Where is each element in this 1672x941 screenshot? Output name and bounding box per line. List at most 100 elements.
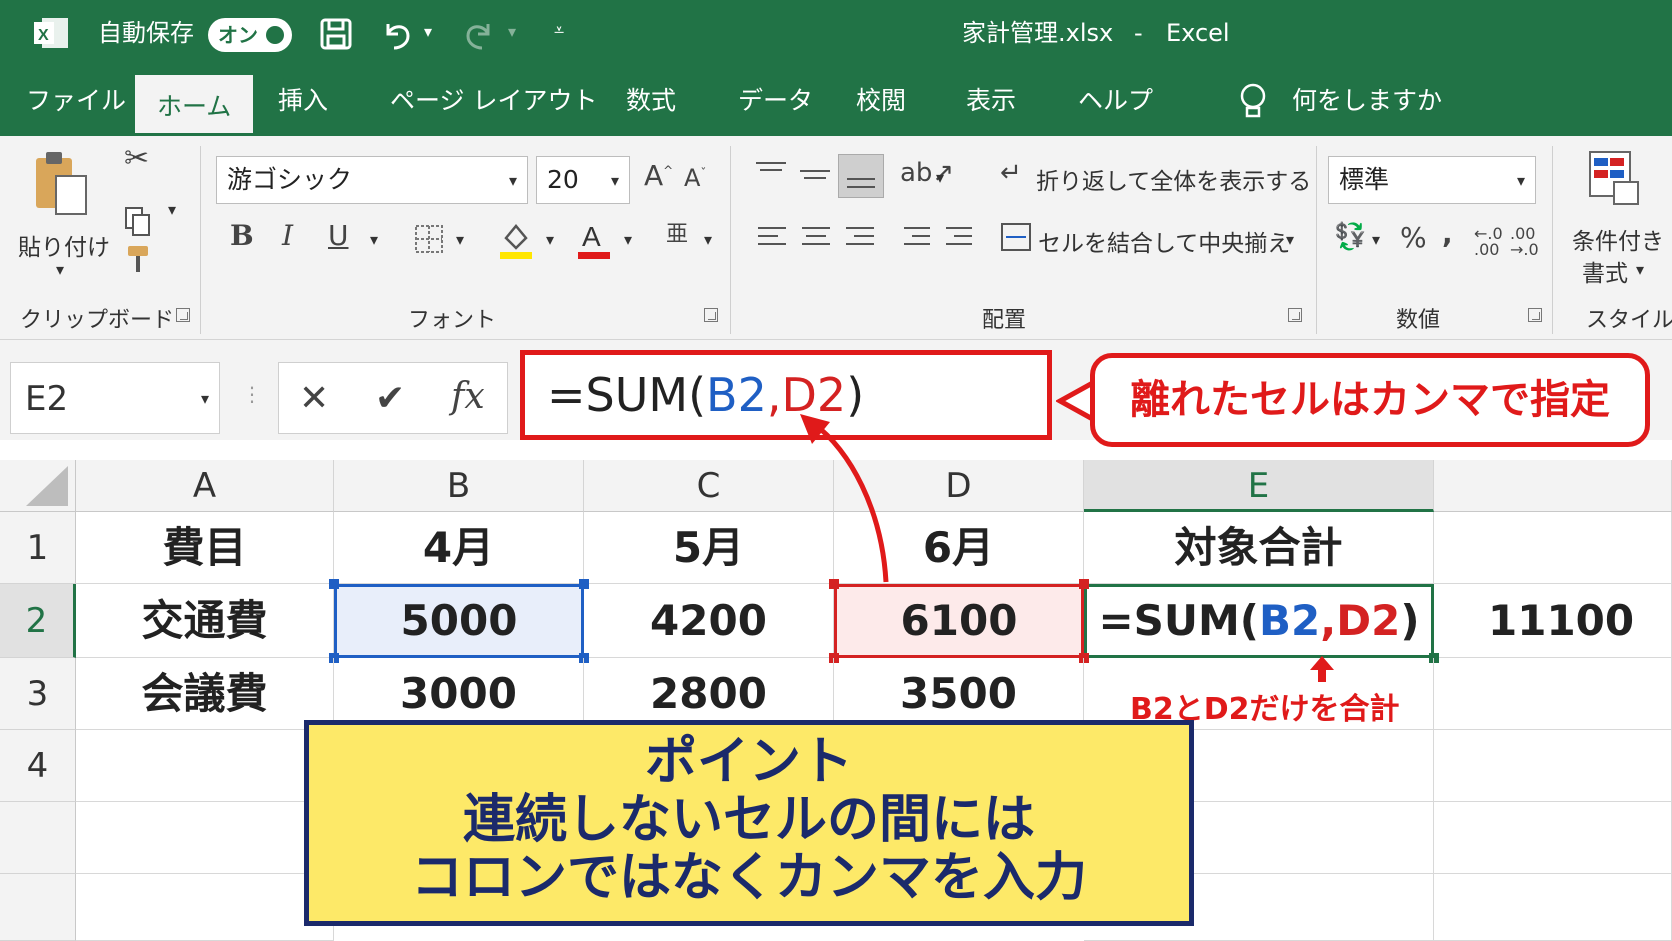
increase-decimal-icon[interactable]: ←.0.00: [1474, 226, 1503, 258]
font-color-icon[interactable]: A: [576, 220, 612, 260]
borders-dropdown-icon[interactable]: ▾: [456, 230, 464, 249]
cell-e1[interactable]: 対象合計: [1084, 512, 1434, 584]
align-middle-icon[interactable]: [798, 166, 832, 188]
row-header-3[interactable]: 3: [0, 658, 76, 730]
conditional-formatting-label-2[interactable]: 書式: [1582, 254, 1628, 288]
tab-data[interactable]: データ: [738, 66, 813, 136]
range-handle[interactable]: [329, 579, 339, 589]
cell-a4[interactable]: [76, 730, 334, 802]
italic-button[interactable]: I: [282, 222, 293, 250]
cell-f6[interactable]: [1434, 874, 1672, 941]
column-header-f[interactable]: [1434, 460, 1672, 512]
fill-color-dropdown-icon[interactable]: ▾: [546, 230, 554, 249]
tab-home[interactable]: ホーム: [132, 72, 257, 136]
font-size-select[interactable]: 20 ▾: [536, 156, 630, 204]
merge-center-icon[interactable]: [1000, 222, 1032, 252]
cell-b1[interactable]: 4月: [334, 512, 584, 584]
cell-f1[interactable]: [1434, 512, 1672, 584]
column-header-e[interactable]: E: [1084, 460, 1434, 512]
cell-f3[interactable]: [1434, 658, 1672, 730]
underline-dropdown-icon[interactable]: ▾: [370, 230, 378, 249]
name-box[interactable]: E2 ▾: [10, 362, 220, 434]
lightbulb-icon[interactable]: [1238, 82, 1268, 120]
save-icon[interactable]: [320, 18, 354, 50]
font-name-select[interactable]: 游ゴシック ▾: [216, 156, 528, 204]
orientation-dropdown-icon[interactable]: ▾: [936, 168, 944, 187]
row-header-1[interactable]: 1: [0, 512, 76, 584]
orientation-icon[interactable]: ab↗: [900, 160, 954, 186]
cell-e2[interactable]: =SUM(B2,D2): [1084, 584, 1434, 658]
wrap-text-button[interactable]: 折り返して全体を表示する: [1036, 162, 1311, 196]
cell-a1[interactable]: 費目: [76, 512, 334, 584]
grow-font-icon[interactable]: A^: [644, 162, 673, 190]
paste-icon[interactable]: [32, 148, 92, 220]
percent-button[interactable]: %: [1400, 224, 1427, 252]
comma-button[interactable]: ,: [1442, 220, 1453, 248]
enter-icon[interactable]: ✔: [375, 381, 405, 417]
shrink-font-icon[interactable]: Aˇ: [684, 166, 706, 190]
tab-file[interactable]: ファイル: [26, 66, 126, 136]
cell-a2[interactable]: 交通費: [76, 584, 334, 658]
row-header-5[interactable]: [0, 802, 76, 874]
tab-formulas[interactable]: 数式: [626, 66, 676, 136]
clipboard-launcher-icon[interactable]: [176, 308, 190, 322]
tab-review[interactable]: 校閲: [856, 66, 906, 136]
range-handle[interactable]: [1079, 579, 1089, 589]
range-handle[interactable]: [579, 579, 589, 589]
redo-dropdown-icon[interactable]: ▾: [508, 22, 516, 41]
number-launcher-icon[interactable]: [1528, 308, 1542, 322]
conditional-formatting-label-1[interactable]: 条件付き: [1572, 222, 1664, 256]
undo-dropdown-icon[interactable]: ▾: [424, 22, 432, 41]
cell-a5[interactable]: [76, 802, 334, 874]
paste-label[interactable]: 貼り付け: [18, 228, 110, 262]
borders-icon[interactable]: [414, 224, 444, 254]
cancel-icon[interactable]: ✕: [299, 381, 329, 417]
currency-icon[interactable]: 💱: [1334, 224, 1366, 250]
underline-button[interactable]: U: [328, 222, 349, 250]
cell-a3[interactable]: 会議費: [76, 658, 334, 730]
merge-dropdown-icon[interactable]: ▾: [1286, 230, 1294, 249]
number-format-select[interactable]: 標準 ▾: [1328, 156, 1536, 204]
cell-a6[interactable]: [76, 874, 334, 941]
autosave-toggle[interactable]: オン: [208, 18, 292, 52]
bold-button[interactable]: B: [230, 222, 254, 250]
paste-dropdown-icon[interactable]: ▾: [56, 260, 64, 279]
phonetic-icon[interactable]: 亜: [666, 224, 688, 246]
wrap-text-icon[interactable]: ↵: [1000, 160, 1022, 186]
font-launcher-icon[interactable]: [704, 308, 718, 322]
align-bottom-button[interactable]: [838, 154, 884, 198]
formula-input[interactable]: =SUM(B2,D2): [520, 350, 1052, 440]
fill-color-icon[interactable]: [498, 220, 534, 260]
select-all-corner[interactable]: [0, 460, 76, 512]
tell-me-search[interactable]: 何をしますか: [1292, 66, 1442, 136]
copy-dropdown-icon[interactable]: ▾: [168, 200, 176, 219]
customize-qat-icon[interactable]: ⩡: [554, 20, 564, 41]
alignment-launcher-icon[interactable]: [1288, 308, 1302, 322]
align-top-icon[interactable]: [754, 160, 788, 182]
undo-icon[interactable]: [380, 18, 414, 50]
cell-c2[interactable]: 4200: [584, 584, 834, 658]
decrease-decimal-icon[interactable]: .00 →.0: [1510, 226, 1539, 258]
merge-center-button[interactable]: セルを結合して中央揃え: [1038, 224, 1290, 258]
cut-icon[interactable]: ✂: [124, 144, 149, 174]
cell-f5[interactable]: [1434, 802, 1672, 874]
tab-help[interactable]: ヘルプ: [1078, 66, 1153, 136]
conditional-dropdown-icon[interactable]: ▾: [1636, 260, 1644, 279]
drag-handle-icon[interactable]: ⋮: [242, 382, 262, 406]
format-painter-icon[interactable]: [124, 244, 152, 274]
currency-dropdown-icon[interactable]: ▾: [1372, 230, 1380, 249]
copy-icon[interactable]: [124, 206, 152, 238]
column-header-b[interactable]: B: [334, 460, 584, 512]
column-header-a[interactable]: A: [76, 460, 334, 512]
cell-b2[interactable]: 5000: [334, 584, 584, 658]
cell-d2[interactable]: 6100: [834, 584, 1084, 658]
redo-icon[interactable]: [462, 18, 496, 50]
cell-f4[interactable]: [1434, 730, 1672, 802]
conditional-formatting-icon[interactable]: [1586, 148, 1642, 208]
tab-insert[interactable]: 挿入: [278, 66, 328, 136]
font-color-dropdown-icon[interactable]: ▾: [624, 230, 632, 249]
cell-f2[interactable]: 11100: [1434, 584, 1672, 658]
phonetic-dropdown-icon[interactable]: ▾: [704, 230, 712, 249]
horizontal-align-icons[interactable]: [756, 224, 906, 252]
insert-function-icon[interactable]: fx: [451, 379, 485, 415]
